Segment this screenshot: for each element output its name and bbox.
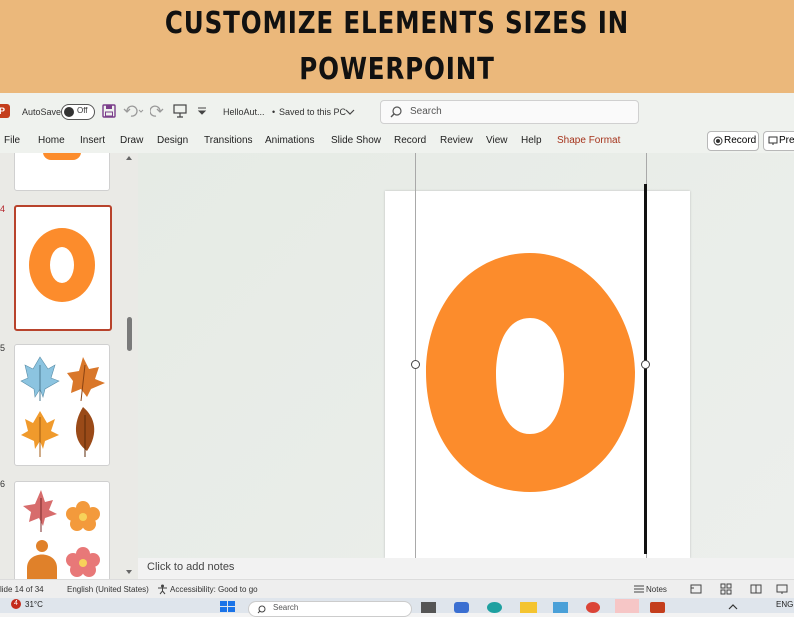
saved-status[interactable]: Saved to this PC bbox=[279, 107, 346, 117]
tab-animations[interactable]: Animations bbox=[265, 135, 314, 146]
save-icon[interactable] bbox=[102, 104, 116, 118]
tab-view[interactable]: View bbox=[486, 135, 508, 146]
search-icon bbox=[390, 106, 402, 118]
autosave-state: Off bbox=[77, 106, 88, 115]
tab-insert[interactable]: Insert bbox=[80, 135, 105, 146]
powerpoint-app-icon[interactable]: P bbox=[0, 104, 10, 118]
record-button-label: Record bbox=[724, 135, 757, 146]
powerpoint-taskbar-icon[interactable] bbox=[650, 602, 665, 613]
scroll-down-icon[interactable] bbox=[125, 569, 133, 575]
tab-slide-show[interactable]: Slide Show bbox=[331, 135, 381, 146]
taskbar-app-icon-2[interactable] bbox=[454, 602, 469, 613]
banner: CUSTOMIZE ELEMENTS SIZES IN POWERPOINT bbox=[0, 0, 794, 93]
search-placeholder: Search bbox=[410, 106, 442, 117]
language-status[interactable]: English (United States) bbox=[67, 585, 149, 594]
filename[interactable]: HelloAut... bbox=[223, 107, 265, 117]
tray-chevron-up-icon[interactable] bbox=[728, 603, 738, 611]
tab-home[interactable]: Home bbox=[38, 135, 65, 146]
tab-review[interactable]: Review bbox=[440, 135, 473, 146]
guide-line-left[interactable] bbox=[415, 153, 416, 558]
file-explorer-icon[interactable] bbox=[520, 602, 537, 613]
tab-transitions[interactable]: Transitions bbox=[204, 135, 253, 146]
tab-design[interactable]: Design bbox=[157, 135, 188, 146]
ribbon-tabs: File Home Insert Draw Design Transitions… bbox=[0, 129, 794, 154]
badge-count: 4 bbox=[14, 600, 18, 607]
redo-icon[interactable] bbox=[150, 104, 164, 118]
slide-thumbnail-prev[interactable] bbox=[14, 153, 110, 191]
thumb-letter-fragment bbox=[43, 153, 81, 160]
taskbar: 4 31°C Search ENG bbox=[0, 598, 794, 617]
notes-pane[interactable]: Click to add notes bbox=[138, 558, 794, 578]
slide-sorter-icon[interactable] bbox=[720, 583, 732, 595]
slideshow-view-icon[interactable] bbox=[776, 583, 788, 595]
autosave-toggle[interactable]: Off bbox=[61, 104, 95, 120]
banner-title-line2: POWERPOINT bbox=[299, 52, 495, 87]
notification-badge[interactable]: 4 bbox=[11, 599, 21, 609]
customize-toolbar-icon[interactable] bbox=[197, 106, 207, 116]
taskbar-app-icon-1[interactable] bbox=[421, 602, 436, 613]
banner-title-line1: CUSTOMIZE ELEMENTS SIZES IN bbox=[164, 6, 630, 41]
thumb-letter-o bbox=[29, 228, 95, 302]
tab-record[interactable]: Record bbox=[394, 135, 426, 146]
resize-handle-left[interactable] bbox=[411, 360, 420, 369]
tab-draw[interactable]: Draw bbox=[120, 135, 143, 146]
size-guide-bar[interactable] bbox=[644, 184, 647, 554]
present-button-label: Pre bbox=[779, 135, 794, 146]
save-status-dot: • bbox=[272, 107, 276, 117]
edge-browser-icon[interactable] bbox=[487, 602, 502, 613]
undo-icon[interactable] bbox=[123, 104, 145, 118]
slide-number-leaves: 5 bbox=[0, 343, 6, 353]
slide-thumbnail-flowers[interactable] bbox=[14, 481, 110, 579]
status-bar: lide 14 of 34 English (United States) Ac… bbox=[0, 579, 794, 599]
record-button[interactable]: Record bbox=[707, 131, 759, 151]
normal-view-icon[interactable] bbox=[690, 583, 702, 595]
autumn-leaves-icon bbox=[20, 356, 105, 457]
letter-o-shape[interactable] bbox=[420, 250, 640, 500]
taskbar-search[interactable]: Search bbox=[248, 601, 412, 617]
tab-file[interactable]: File bbox=[4, 135, 20, 146]
chevron-down-icon[interactable] bbox=[345, 108, 355, 116]
slide-counter[interactable]: lide 14 of 34 bbox=[0, 585, 44, 594]
notes-button[interactable]: Notes bbox=[646, 585, 667, 594]
slide-thumbnail-selected[interactable] bbox=[14, 205, 112, 331]
resize-handle-right[interactable] bbox=[641, 360, 650, 369]
weather-temperature[interactable]: 31°C bbox=[25, 600, 43, 609]
reading-view-icon[interactable] bbox=[750, 583, 762, 595]
present-button[interactable]: Pre bbox=[763, 131, 794, 151]
windows-start-icon[interactable] bbox=[220, 601, 236, 613]
thumbnail-scrollbar[interactable] bbox=[124, 155, 134, 575]
tab-help[interactable]: Help bbox=[521, 135, 542, 146]
accessibility-status[interactable]: Accessibility: Good to go bbox=[170, 585, 258, 594]
app-icon-letter: P bbox=[0, 106, 5, 116]
flowers-and-hat-icon bbox=[23, 490, 100, 579]
taskbar-app-icon-3[interactable] bbox=[553, 602, 568, 613]
scroll-up-icon[interactable] bbox=[125, 155, 133, 161]
chrome-icon[interactable] bbox=[586, 602, 600, 613]
notes-icon bbox=[634, 585, 644, 593]
accessibility-icon bbox=[158, 584, 167, 595]
record-icon bbox=[713, 136, 723, 146]
present-icon bbox=[768, 136, 778, 145]
slide-number-flowers: 6 bbox=[0, 479, 6, 489]
toggle-knob bbox=[64, 107, 74, 117]
taskbar-search-placeholder: Search bbox=[273, 603, 299, 612]
present-from-start-icon[interactable] bbox=[172, 103, 188, 119]
slide-thumbnail-leaves[interactable] bbox=[14, 344, 110, 466]
input-language[interactable]: ENG bbox=[776, 600, 793, 609]
search-box[interactable]: Search bbox=[380, 100, 639, 124]
tab-shape-format[interactable]: Shape Format bbox=[557, 135, 620, 146]
slide-thumbnail-panel: 4 5 6 bbox=[0, 153, 138, 579]
taskbar-powerpoint-active[interactable] bbox=[615, 599, 639, 613]
notes-placeholder: Click to add notes bbox=[147, 561, 235, 573]
autosave-label: AutoSave bbox=[22, 107, 62, 117]
slide-number-selected: 4 bbox=[0, 204, 6, 214]
scrollbar-thumb[interactable] bbox=[127, 317, 132, 351]
